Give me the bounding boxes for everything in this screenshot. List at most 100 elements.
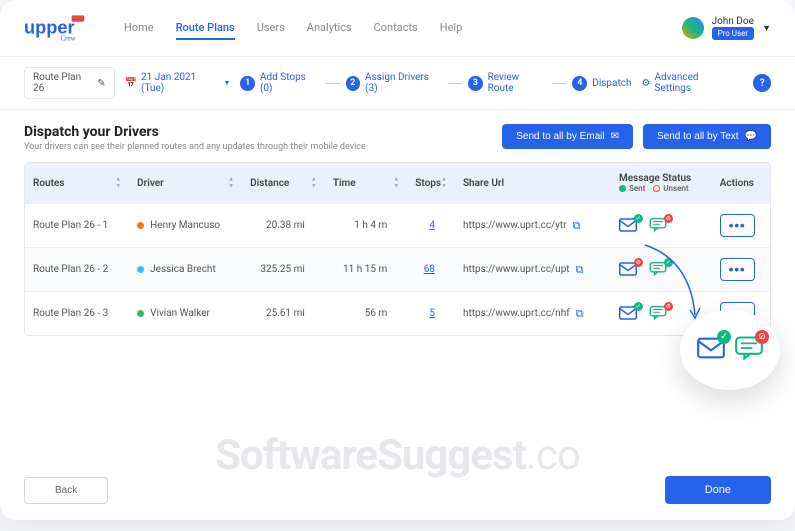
- sent-badge: ✓: [634, 214, 643, 223]
- step-divider: [325, 83, 340, 84]
- plan-selector[interactable]: Route Plan 26 ✎: [24, 67, 115, 99]
- advanced-settings-link[interactable]: ⚙ Advanced Settings: [642, 72, 736, 94]
- sort-icon: ▲▼: [311, 177, 317, 190]
- chevron-down-icon: ▼: [224, 79, 231, 87]
- user-menu[interactable]: John Doe Pro User ▼: [682, 16, 771, 40]
- stops-cell: 4: [407, 204, 455, 248]
- driver-name: Vivian Walker: [150, 308, 210, 319]
- gear-icon: ⚙: [642, 78, 651, 89]
- actions-cell: •••: [712, 204, 770, 248]
- plan-name: Route Plan 26: [33, 72, 93, 94]
- text-unsent-icon: ⊘: [735, 336, 763, 364]
- sort-icon: ▲▼: [441, 177, 447, 190]
- driver-cell: Henry Mancuso: [129, 204, 242, 248]
- route-cell: Route Plan 26 - 2: [25, 248, 129, 292]
- step-label: Dispatch: [592, 78, 631, 89]
- chevron-down-icon: ▼: [762, 23, 771, 34]
- step-2[interactable]: 2 Assign Drivers (3): [346, 72, 442, 94]
- stops-link[interactable]: 5: [429, 308, 435, 319]
- step-number: 2: [346, 76, 361, 91]
- distance-cell: 25.61 mi: [242, 292, 325, 336]
- step-number: 4: [572, 76, 587, 91]
- step-3[interactable]: 3Review Route: [468, 72, 546, 94]
- email-status-icon[interactable]: ⊘: [619, 262, 639, 278]
- step-label: Add Stops (0): [260, 72, 319, 94]
- nav-home[interactable]: Home: [124, 17, 154, 40]
- nav-help[interactable]: Help: [440, 17, 463, 40]
- share-cell: https://www.uprt.cc/upt ⧉: [455, 248, 611, 292]
- share-url: https://www.uprt.cc/nhf: [463, 308, 570, 319]
- row-actions-button[interactable]: •••: [720, 258, 755, 281]
- nav-route-plans[interactable]: Route Plans: [176, 17, 235, 40]
- driver-color-dot: [137, 222, 144, 229]
- step-number: 3: [468, 76, 483, 91]
- page-subtitle: Your drivers can see their planned route…: [24, 142, 366, 152]
- tier-badge: Pro User: [712, 27, 755, 40]
- driver-cell: Jessica Brecht: [129, 248, 242, 292]
- col-message-status: Message StatusSentUnsent: [611, 163, 712, 204]
- step-divider: [552, 83, 567, 84]
- send-text-button[interactable]: Send to all by Text 💬: [643, 124, 771, 149]
- svg-text:Crew: Crew: [60, 35, 76, 42]
- stops-cell: 68: [407, 248, 455, 292]
- wizard-steps: 1Add Stops (0) 2 Assign Drivers (3) 3Review…: [240, 72, 631, 94]
- send-email-label: Send to all by Email: [516, 131, 604, 142]
- nav-contacts[interactable]: Contacts: [374, 17, 418, 40]
- date-text: 21 Jan 2021 (Tue): [141, 72, 219, 94]
- sort-icon: ▲▼: [393, 177, 399, 190]
- email-status-icon[interactable]: ✓: [619, 218, 639, 234]
- share-url: https://www.uprt.cc/upt: [463, 264, 570, 275]
- driver-name: Henry Mancuso: [150, 220, 220, 231]
- calendar-icon: 📅: [125, 78, 137, 89]
- step-label: Assign Drivers (3): [365, 72, 442, 94]
- unsent-badge: ⊘: [664, 214, 673, 223]
- step-4[interactable]: 4 Dispatch: [572, 76, 631, 91]
- col-label: Message Status: [619, 173, 704, 184]
- time-cell: 56 m: [325, 292, 407, 336]
- driver-color-dot: [137, 310, 144, 317]
- stops-link[interactable]: 4: [429, 220, 435, 231]
- col-driver[interactable]: Driver▲▼: [129, 163, 242, 204]
- avatar: [682, 17, 704, 39]
- time-cell: 1 h 4 m: [325, 204, 407, 248]
- status-callout: ✓ ⊘: [680, 310, 780, 390]
- status-legend: SentUnsent: [619, 184, 704, 193]
- copy-icon[interactable]: ⧉: [576, 307, 584, 321]
- copy-icon[interactable]: ⧉: [573, 219, 581, 233]
- page-title-row: Dispatch your Drivers Your drivers can s…: [0, 110, 795, 162]
- chat-icon: 💬: [745, 131, 757, 142]
- nav-users[interactable]: Users: [257, 17, 285, 40]
- driver-cell: Vivian Walker: [129, 292, 242, 336]
- pencil-icon: ✎: [97, 78, 105, 89]
- copy-icon[interactable]: ⧉: [576, 263, 584, 277]
- stops-cell: 5: [407, 292, 455, 336]
- col-time[interactable]: Time▲▼: [325, 163, 407, 204]
- share-cell: https://www.uprt.cc/nhf ⧉: [455, 292, 611, 336]
- col-routes[interactable]: Routes▲▼: [25, 163, 129, 204]
- text-status-icon[interactable]: ⊘: [649, 218, 669, 234]
- row-actions-button[interactable]: •••: [720, 214, 755, 237]
- email-status-icon[interactable]: ✓: [619, 306, 639, 322]
- user-name: John Doe: [712, 16, 755, 27]
- email-icon: ✉: [611, 131, 619, 142]
- help-button[interactable]: ?: [753, 74, 771, 92]
- distance-cell: 325.25 mi: [242, 248, 325, 292]
- date-selector[interactable]: 📅 21 Jan 2021 (Tue) ▼: [125, 72, 231, 94]
- done-button[interactable]: Done: [665, 476, 771, 504]
- distance-cell: 20.38 mi: [242, 204, 325, 248]
- back-button[interactable]: Back: [24, 477, 108, 504]
- share-cell: https://www.uprt.cc/ytr⧉: [455, 204, 611, 248]
- main-nav: Home Route Plans Users Analytics Contacts Hel…: [124, 17, 462, 40]
- sort-icon: ▲▼: [115, 177, 121, 190]
- nav-analytics[interactable]: Analytics: [307, 17, 352, 40]
- step-divider: [448, 83, 463, 84]
- route-cell: Route Plan 26 - 3: [25, 292, 129, 336]
- stops-link[interactable]: 68: [424, 264, 435, 275]
- watermark: SoftwareSuggest.co: [215, 431, 580, 480]
- send-email-button[interactable]: Send to all by Email ✉: [502, 124, 633, 149]
- col-distance[interactable]: Distance▲▼: [242, 163, 325, 204]
- logo[interactable]: upperCrew: [24, 12, 94, 44]
- step-1[interactable]: 1Add Stops (0): [240, 72, 319, 94]
- advanced-settings-label: Advanced Settings: [654, 72, 735, 94]
- col-stops[interactable]: Stops▲▼: [407, 163, 455, 204]
